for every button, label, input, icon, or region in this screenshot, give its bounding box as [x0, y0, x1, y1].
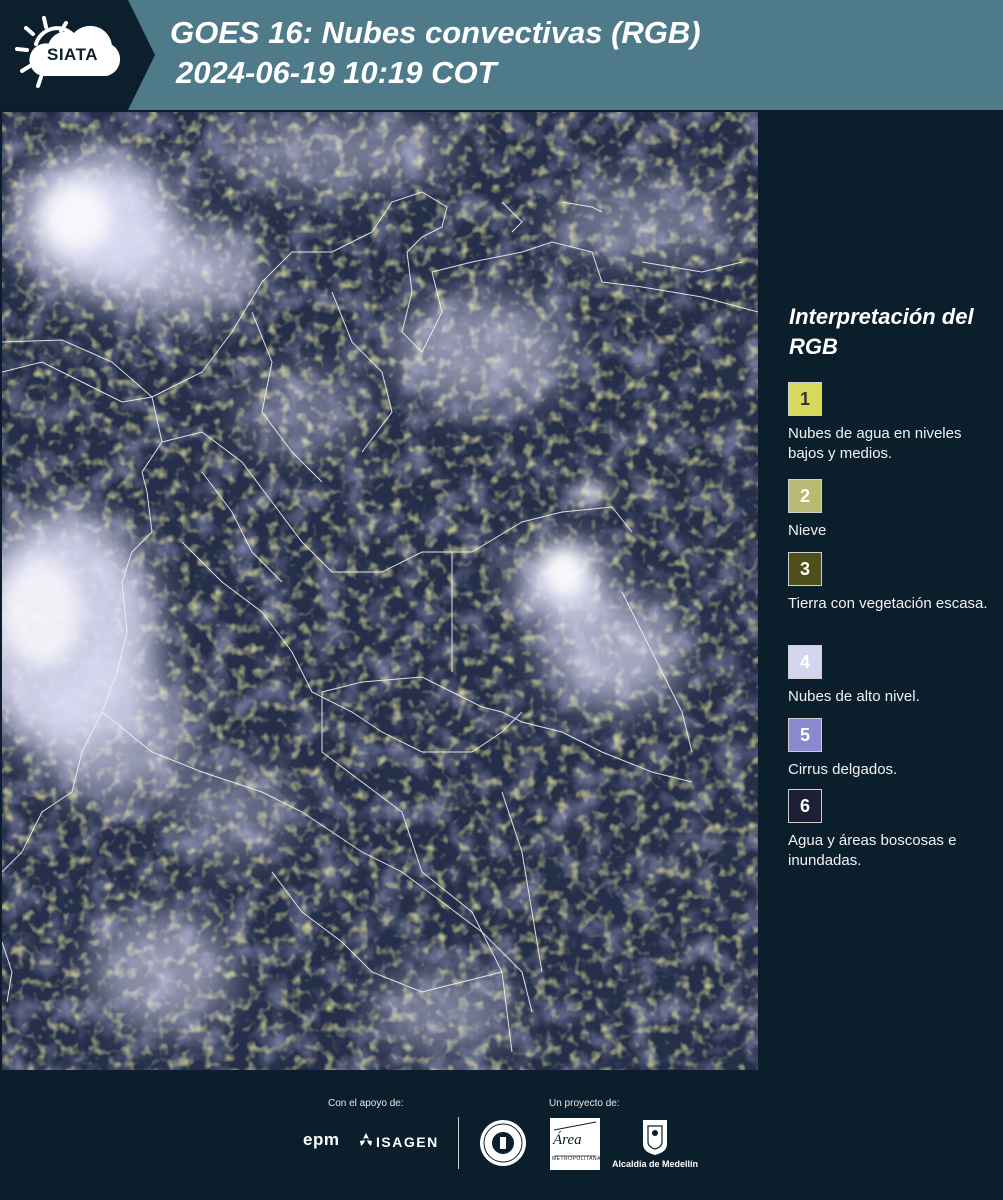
legend-description: Nubes de agua en niveles bajos y medios.: [788, 425, 962, 462]
legend-description: Tierra con vegetación escasa.: [788, 595, 988, 612]
legend-swatch-4: 4: [788, 645, 822, 679]
support-label: Con el apoyo de:: [328, 1098, 404, 1109]
header-bar: SIATA GOES 16: Nubes convectivas (RGB) 2…: [0, 0, 1003, 110]
legend-number: 4: [799, 651, 810, 672]
legend-panel: Interpretación del RGB 1 Nubes de agua e…: [760, 112, 1003, 1070]
isagen-logo[interactable]: ISAGEN: [376, 1134, 439, 1150]
isagen-icon: [360, 1133, 372, 1146]
legend-description: Agua y áreas boscosas e inundadas.: [788, 832, 957, 869]
project-label: Un proyecto de:: [549, 1098, 620, 1109]
legend-item-5: 5 Cirrus delgados.: [788, 718, 993, 780]
legend-item-6: 6 Agua y áreas boscosas e inundadas.: [788, 789, 993, 871]
timestamp: 2024-06-19 10:19 COT: [176, 55, 497, 90]
legend-item-4: 4 Nubes de alto nivel.: [788, 645, 993, 707]
legend-item-2: 2 Nieve: [788, 479, 993, 541]
page-title: GOES 16: Nubes convectivas (RGB): [170, 15, 701, 50]
legend-swatch-6: 6: [788, 789, 822, 823]
footer-divider: [458, 1117, 459, 1169]
legend-swatch-2: 2: [788, 479, 822, 513]
alcaldia-shield-icon[interactable]: [641, 1118, 669, 1156]
alcaldia-logo-text: Alcaldía de Medellín: [612, 1159, 699, 1169]
legend-swatch-3: 3: [788, 552, 822, 586]
legend-number: 2: [799, 485, 810, 506]
legend-number: 5: [799, 724, 810, 745]
logo-text: SIATA: [47, 45, 98, 64]
siata-logo[interactable]: SIATA: [0, 0, 155, 110]
legend-swatch-5: 5: [788, 718, 822, 752]
legend-description: Nieve: [788, 522, 827, 539]
satellite-map[interactable]: [2, 112, 758, 1070]
area-logo-text: Área: [553, 1132, 582, 1148]
legend-title: Interpretación del RGB: [789, 304, 974, 359]
legend-item-1: 1 Nubes de agua en niveles bajos y medio…: [788, 382, 993, 464]
legend-description: Cirrus delgados.: [788, 761, 898, 778]
epm-logo[interactable]: epm: [303, 1130, 339, 1150]
legend-item-3: 3 Tierra con vegetación escasa.: [788, 552, 993, 614]
legend-number: 6: [799, 795, 810, 816]
legend-swatch-1: 1: [788, 382, 822, 416]
legend-description: Nubes de alto nivel.: [788, 688, 920, 705]
legend-number: 1: [799, 388, 810, 409]
legend-number: 3: [799, 558, 810, 579]
medellin-seal-icon[interactable]: [478, 1118, 528, 1168]
rgb-composite-image: [2, 112, 758, 1070]
footer: Con el apoyo de: Un proyecto de: epm ISA…: [0, 1070, 1003, 1200]
